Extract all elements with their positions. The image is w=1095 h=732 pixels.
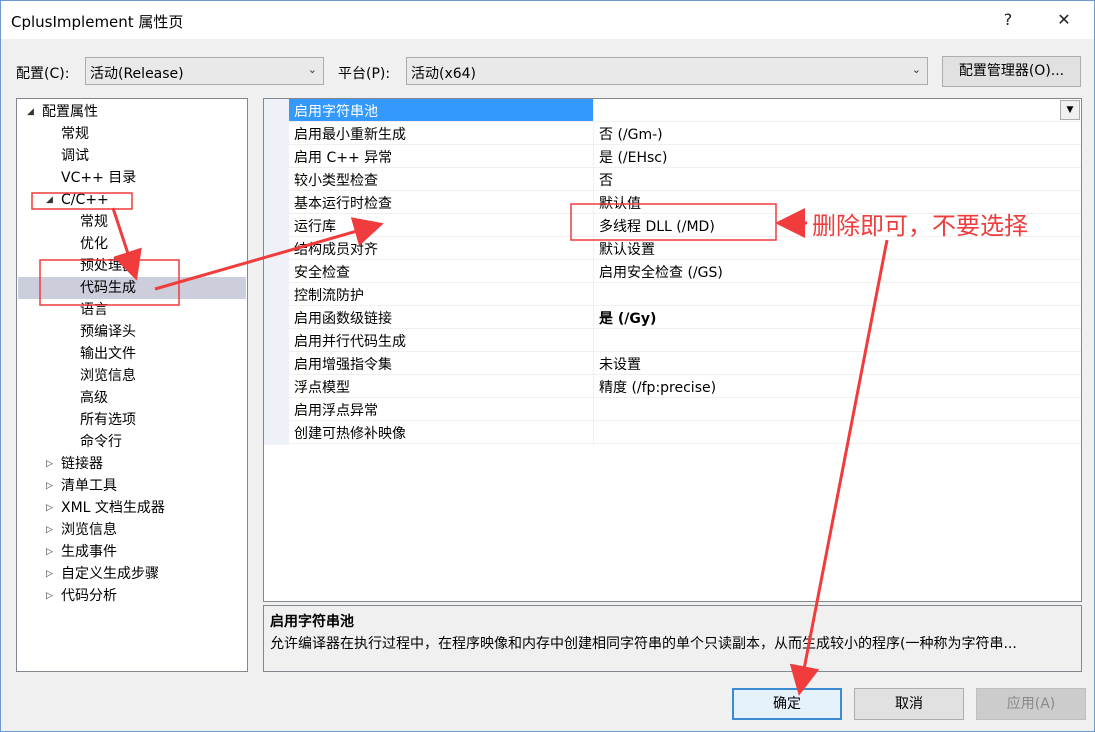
annotation-arrow [111, 207, 142, 281]
annotation-box [31, 192, 133, 210]
annotation-overlay [31, 192, 889, 696]
annotation-box [39, 259, 180, 306]
annotation-box [570, 203, 777, 241]
annotation-arrow [154, 217, 384, 291]
annotation-arrow [789, 239, 889, 696]
annotation-note: 删除即可，不要选择 [812, 212, 1028, 240]
